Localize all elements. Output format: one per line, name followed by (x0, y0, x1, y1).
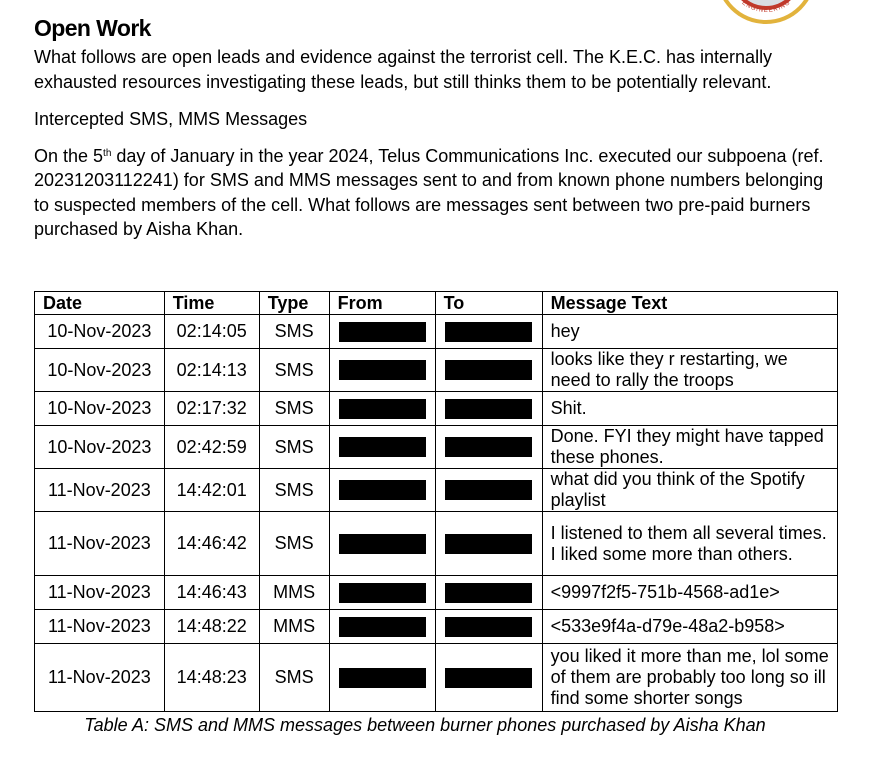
cell-from (328, 643, 436, 712)
cell-message: you liked it more than me, lol some of t… (541, 643, 839, 712)
cell-message: what did you think of the Spotify playli… (541, 468, 839, 512)
cell-message: I listened to them all several times. I … (541, 511, 839, 576)
cell-time: 14:48:23 (163, 643, 260, 712)
column-header-from: From (328, 291, 436, 315)
cell-type: MMS (258, 575, 330, 610)
cell-time: 14:46:42 (163, 511, 260, 576)
cell-time: 02:42:59 (163, 425, 260, 469)
cell-message: hey (541, 314, 839, 349)
cell-type: MMS (258, 609, 330, 644)
cell-type: SMS (258, 511, 330, 576)
cell-to (434, 314, 543, 349)
cell-time: 02:14:05 (163, 314, 260, 349)
cell-date: 10-Nov-2023 (34, 391, 165, 426)
table-row: 11-Nov-2023 14:46:42 SMS I listened to them… (34, 511, 839, 576)
cell-date: 10-Nov-2023 (34, 425, 165, 469)
redaction-bar (444, 321, 532, 342)
cell-date: 11-Nov-2023 (34, 511, 165, 576)
cell-time: 14:48:22 (163, 609, 260, 644)
cell-from (328, 348, 436, 392)
redaction-bar (444, 480, 532, 500)
redaction-bar (338, 616, 426, 637)
cell-to (434, 425, 543, 469)
cell-date: 11-Nov-2023 (34, 575, 165, 610)
table-row: 10-Nov-2023 02:14:05 SMS hey (34, 314, 839, 349)
cell-date: 11-Nov-2023 (34, 609, 165, 644)
cell-time: 14:42:01 (163, 468, 260, 512)
column-header-message: Message Text (541, 291, 839, 315)
subpoena-paragraph: On the 5th day of January in the year 20… (34, 144, 834, 242)
cell-to (434, 643, 543, 712)
redaction-bar (338, 667, 426, 688)
redaction-bar (338, 533, 426, 554)
cell-message: Done. FYI they might have tapped these p… (541, 425, 839, 469)
cell-to (434, 391, 543, 426)
table-row: 10-Nov-2023 02:17:32 SMS Shit. (34, 391, 839, 426)
cell-to (434, 511, 543, 576)
redaction-bar (338, 480, 426, 500)
redaction-bar (444, 398, 532, 419)
table-body: 10-Nov-2023 02:14:05 SMS hey 10-Nov-2023 02:1… (34, 314, 839, 712)
section-heading: Open Work (34, 15, 151, 41)
cell-to (434, 348, 543, 392)
cell-from (328, 468, 436, 512)
document-body: Open Work What follows are open leads an… (34, 14, 834, 242)
cell-type: SMS (258, 348, 330, 392)
cell-from (328, 609, 436, 644)
column-header-date: Date (34, 291, 165, 315)
cell-type: SMS (258, 391, 330, 426)
column-header-time: Time (163, 291, 260, 315)
redaction-bar (338, 360, 426, 380)
redaction-bar (338, 582, 426, 603)
table-row: 11-Nov-2023 14:42:01 SMS what did you think… (34, 468, 839, 512)
cell-time: 14:46:43 (163, 575, 260, 610)
table-caption: Table A: SMS and MMS messages between bu… (84, 715, 766, 735)
cell-to (434, 468, 543, 512)
cell-date: 11-Nov-2023 (34, 468, 165, 512)
cell-message: looks like they r restarting, we need to… (541, 348, 839, 392)
column-header-type: Type (258, 291, 330, 315)
redaction-bar (444, 582, 532, 603)
redaction-bar (338, 437, 426, 457)
cell-from (328, 575, 436, 610)
redaction-bar (444, 437, 532, 457)
table-header-row: Date Time Type From To Message Text (34, 291, 839, 315)
redaction-bar (338, 321, 426, 342)
redaction-bar (444, 667, 532, 688)
cell-type: SMS (258, 468, 330, 512)
cell-time: 02:17:32 (163, 391, 260, 426)
cell-type: SMS (258, 314, 330, 349)
subsection-title: Intercepted SMS, MMS Messages (34, 109, 308, 129)
table-row: 11-Nov-2023 14:48:23 SMS you liked it more … (34, 643, 839, 712)
cell-type: SMS (258, 425, 330, 469)
redaction-bar (444, 533, 532, 554)
table-row: 11-Nov-2023 14:48:22 MMS <533e9f4a-d79e-48a… (34, 609, 839, 644)
subpoena-text-start: On the 5 (34, 145, 104, 166)
cell-from (328, 391, 436, 426)
cell-from (328, 425, 436, 469)
column-header-to: To (434, 291, 543, 315)
cell-time: 02:14:13 (163, 348, 260, 392)
cell-date: 10-Nov-2023 (34, 314, 165, 349)
cell-from (328, 511, 436, 576)
table-row: 10-Nov-2023 02:14:13 SMS looks like they r … (34, 348, 839, 392)
cell-date: 11-Nov-2023 (34, 643, 165, 712)
messages-table: Date Time Type From To Message Text 10-N… (34, 291, 839, 712)
table-row: 11-Nov-2023 14:46:43 MMS <9997f2f5-751b-456… (34, 575, 839, 610)
cell-type: SMS (258, 643, 330, 712)
cell-message: Shit. (541, 391, 839, 426)
cell-date: 10-Nov-2023 (34, 348, 165, 392)
cell-to (434, 575, 543, 610)
redaction-bar (444, 616, 532, 637)
redaction-bar (444, 360, 532, 380)
cell-message: <9997f2f5-751b-4568-ad1e> (541, 575, 839, 610)
redaction-bar (338, 398, 426, 419)
cell-to (434, 609, 543, 644)
intro-paragraph: What follows are open leads and evidence… (34, 47, 773, 92)
subpoena-text-rest: day of January in the year 2024, Telus C… (34, 145, 824, 240)
table-row: 10-Nov-2023 02:42:59 SMS Done. FYI they mig… (34, 425, 839, 469)
cell-from (328, 314, 436, 349)
cell-message: <533e9f4a-d79e-48a2-b958> (541, 609, 839, 644)
